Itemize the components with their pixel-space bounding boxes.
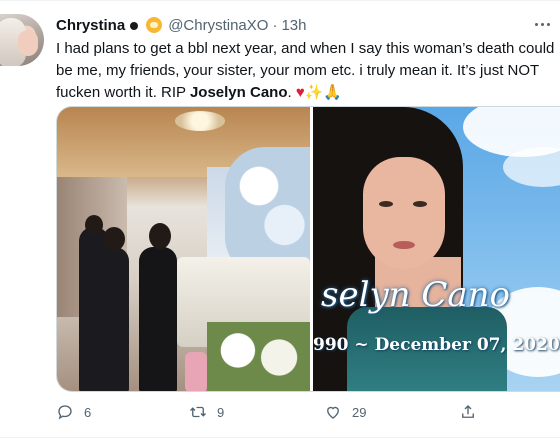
author-handle[interactable]: @ChrystinaXO (168, 17, 268, 34)
like-button[interactable]: 29 (324, 400, 366, 424)
photo-person (95, 247, 129, 391)
share-icon (462, 405, 474, 418)
media-image-memorial[interactable]: selyn Cano 990 ~ December 07, 2020 (313, 107, 560, 391)
like-count: 29 (352, 404, 367, 420)
photo-lips (393, 241, 415, 249)
timestamp[interactable]: 13h (281, 17, 306, 34)
share-button[interactable] (459, 400, 477, 424)
photo-person (139, 247, 177, 391)
tweet-text-name: Joselyn Cano (189, 84, 288, 101)
avatar[interactable] (0, 14, 44, 66)
bottom-divider (0, 437, 560, 438)
photo-chandelier (175, 111, 225, 131)
photo-person-head (85, 215, 103, 235)
honey-emoji-icon (146, 17, 163, 33)
photo-child (185, 352, 207, 391)
retweet-button[interactable]: 9 (189, 400, 224, 424)
media-image-funeral[interactable] (57, 107, 310, 391)
leaf-emoji-icon (129, 18, 143, 32)
reply-button[interactable]: 6 (56, 400, 91, 424)
memorial-dates-overlay: 990 ~ December 07, 2020 (313, 335, 560, 355)
like-icon (327, 406, 339, 419)
memorial-name-overlay: selyn Cano (321, 275, 511, 315)
tweet[interactable]: Chrystina @ChrystinaXO · 13h I had plans… (0, 0, 560, 441)
more-icon[interactable] (530, 14, 554, 34)
avatar-face (18, 30, 38, 56)
photo-face (363, 157, 445, 269)
heart-emoji-icon: ♥ (295, 84, 305, 101)
photo-floral-arrangement (207, 322, 310, 391)
media-grid: selyn Cano 990 ~ December 07, 2020 (56, 106, 560, 392)
photo-person-head (149, 223, 171, 249)
sparkles-emoji-icon: ✨ (304, 84, 324, 101)
top-divider (0, 0, 560, 1)
tweet-text: I had plans to get a bbl next year, and … (56, 38, 556, 104)
reply-count: 6 (84, 404, 92, 420)
photo-eye (379, 201, 393, 207)
retweet-count: 9 (217, 404, 225, 420)
retweet-icon (190, 406, 206, 418)
pray-emoji-icon: 🙏 (323, 84, 343, 101)
header-separator: · (272, 16, 278, 34)
tweet-text-end: . (287, 84, 296, 101)
photo-person-head (103, 227, 125, 251)
action-bar: 6 9 29 (56, 400, 556, 424)
tweet-header: Chrystina @ChrystinaXO · 13h (56, 15, 306, 35)
reply-icon (58, 405, 72, 420)
photo-eye (413, 201, 427, 207)
author-name[interactable]: Chrystina (56, 17, 125, 34)
